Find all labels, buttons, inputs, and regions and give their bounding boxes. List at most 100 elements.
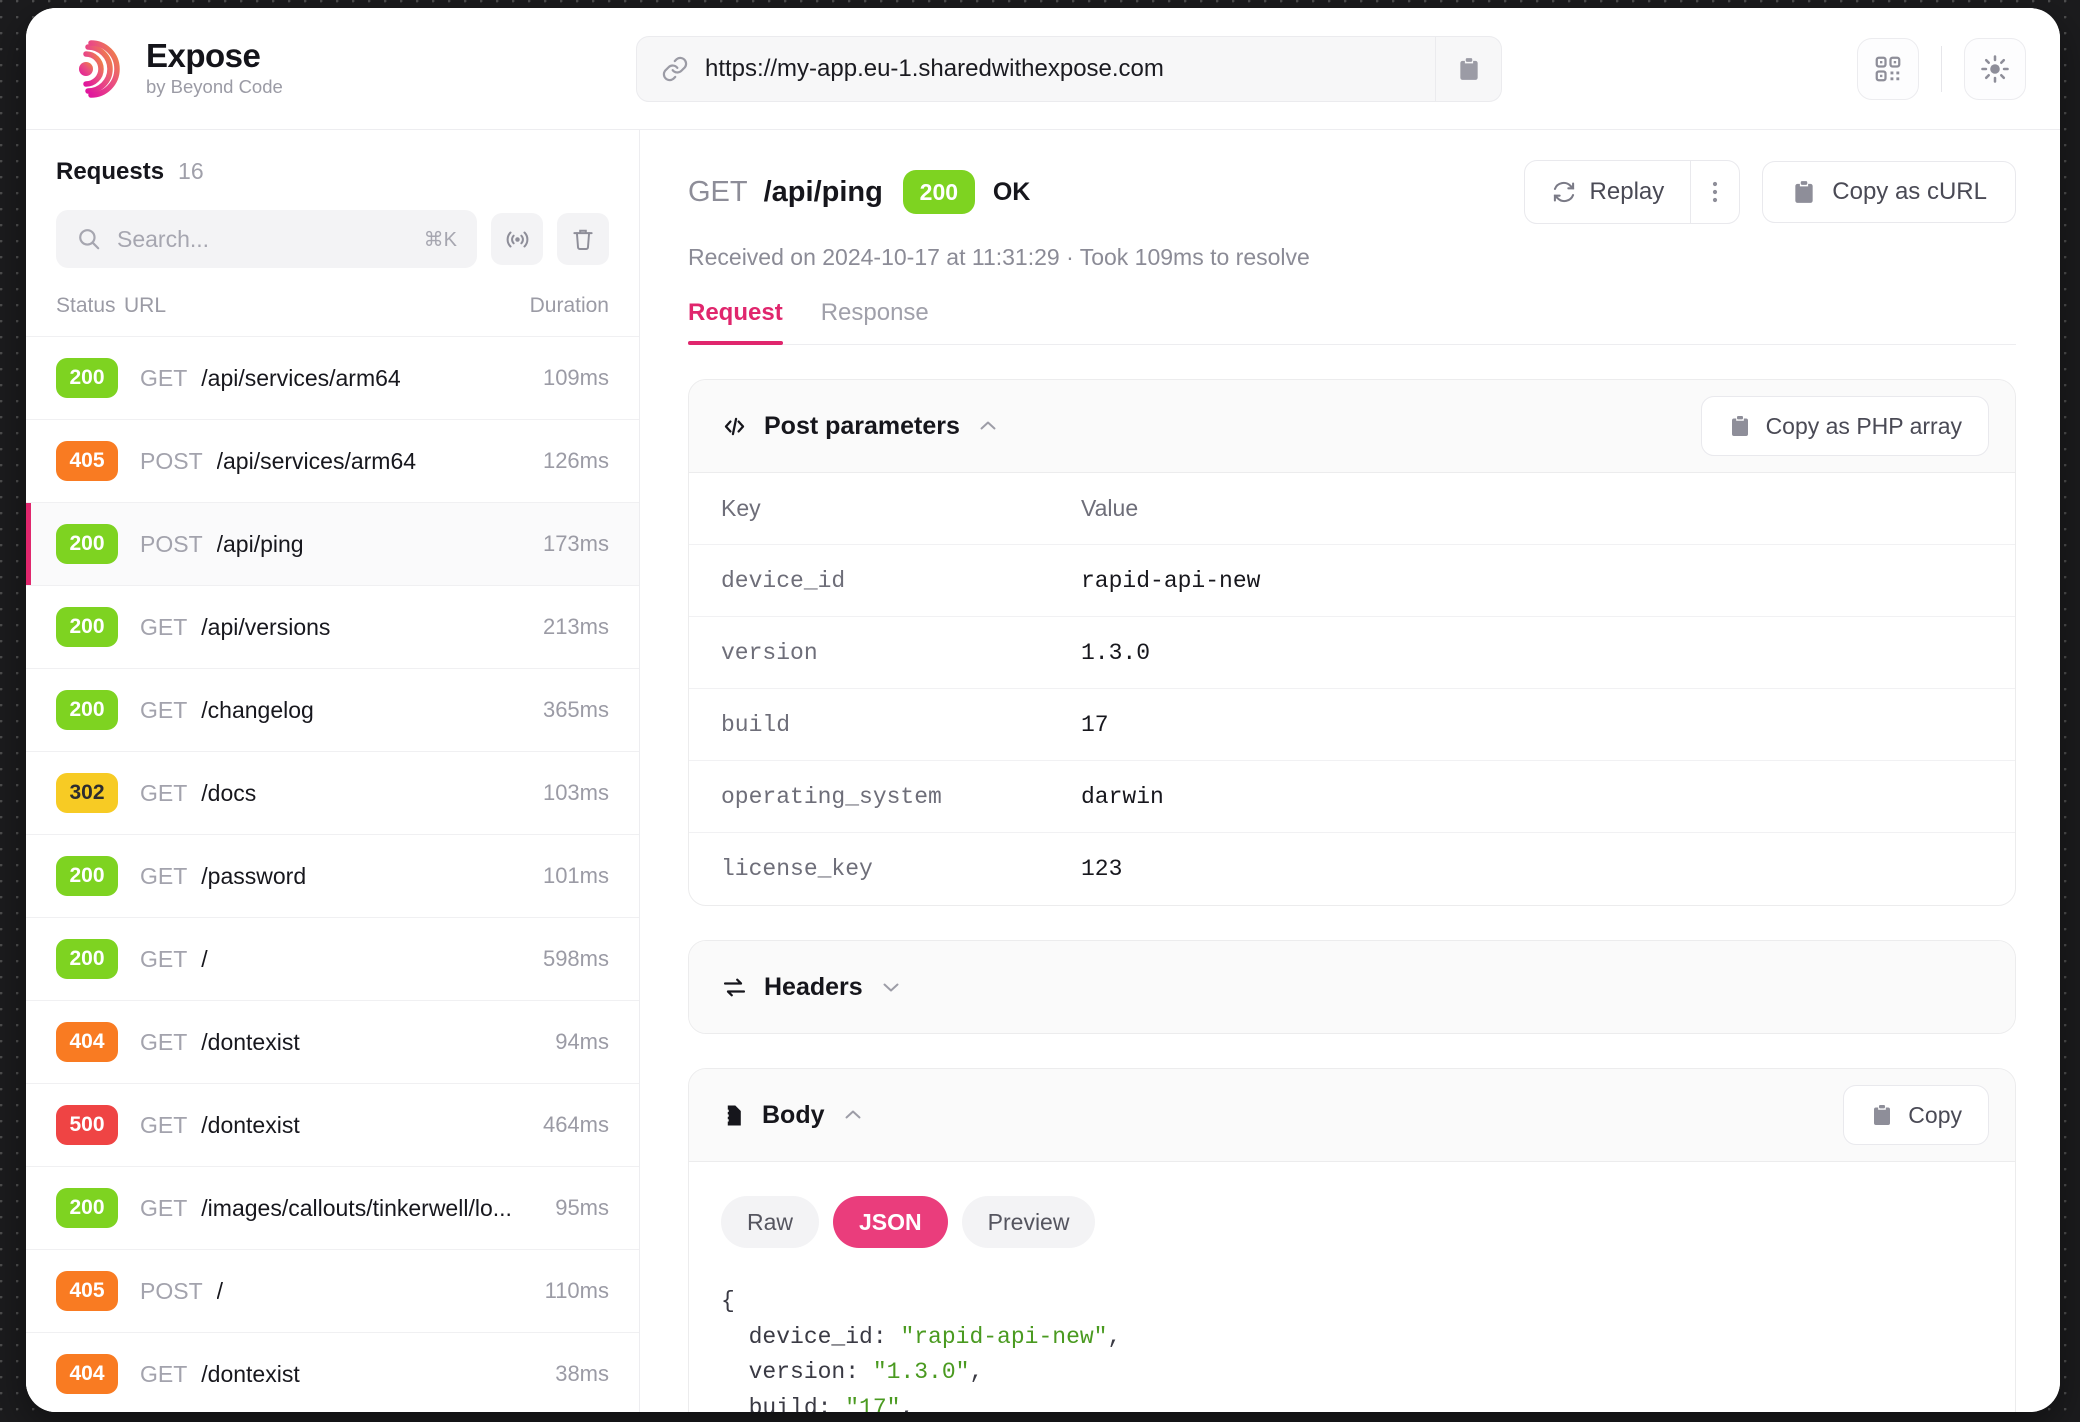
- table-row: version1.3.0: [689, 617, 2015, 689]
- table-row[interactable]: 404GET/dontexist94ms: [26, 1000, 639, 1083]
- replay-button[interactable]: Replay: [1525, 161, 1691, 223]
- table-row[interactable]: 404GET/dontexist38ms: [26, 1332, 639, 1412]
- request-url: /dontexist: [201, 1361, 543, 1388]
- code-line: build: "17",: [721, 1391, 1983, 1412]
- table-row[interactable]: 405POST/api/services/arm64126ms: [26, 419, 639, 502]
- body-card: Body: [688, 1068, 2016, 1412]
- sun-icon: [1979, 53, 2011, 85]
- copy-url-button[interactable]: [1436, 36, 1502, 102]
- app-window: Expose by Beyond Code https://my-app.eu-…: [26, 8, 2060, 1412]
- headers-card[interactable]: Headers: [688, 940, 2016, 1034]
- table-row[interactable]: 500GET/dontexist464ms: [26, 1083, 639, 1166]
- status-badge: 405: [56, 441, 118, 481]
- body-split: Requests 16 Search... ⌘K: [26, 130, 2060, 1412]
- tab-response[interactable]: Response: [821, 299, 929, 344]
- view-mode-json[interactable]: JSON: [833, 1196, 948, 1248]
- request-url: /api/ping: [217, 531, 531, 558]
- url-field[interactable]: https://my-app.eu-1.sharedwithexpose.com: [636, 36, 1436, 102]
- view-mode-raw[interactable]: Raw: [721, 1196, 819, 1248]
- post-parameters-title: Post parameters: [764, 412, 960, 441]
- view-mode-preview[interactable]: Preview: [962, 1196, 1096, 1248]
- param-value: 1.3.0: [1081, 640, 1983, 666]
- param-value: 17: [1081, 712, 1983, 738]
- request-duration: 101ms: [543, 863, 609, 889]
- list-column-headers: Status URL Duration: [26, 268, 639, 336]
- status-badge: 500: [56, 1105, 118, 1145]
- table-row[interactable]: 200GET/api/services/arm64109ms: [26, 336, 639, 419]
- url-bar-group: https://my-app.eu-1.sharedwithexpose.com: [636, 36, 1502, 102]
- copy-as-php-array-button[interactable]: Copy as PHP array: [1701, 396, 1989, 456]
- qr-code-button[interactable]: [1857, 38, 1919, 100]
- search-input[interactable]: Search... ⌘K: [56, 210, 477, 268]
- brand: Expose by Beyond Code: [66, 38, 626, 100]
- top-right-actions: [1857, 38, 2026, 100]
- status-badge: 302: [56, 773, 118, 813]
- clipboard-icon: [1791, 179, 1817, 205]
- broadcast-button[interactable]: [491, 213, 543, 265]
- table-row: device_idrapid-api-new: [689, 545, 2015, 617]
- table-row[interactable]: 200GET/images/callouts/tinkerwell/lo...9…: [26, 1166, 639, 1249]
- post-parameters-table: KeyValuedevice_idrapid-api-newversion1.3…: [689, 473, 2015, 905]
- request-method: GET: [140, 614, 187, 641]
- post-parameters-card: Post parameters: [688, 379, 2016, 906]
- exchange-arrows-icon: [721, 974, 748, 1001]
- table-row[interactable]: 200POST/api/ping173ms: [26, 502, 639, 585]
- trash-icon: [570, 226, 596, 252]
- param-key: device_id: [721, 568, 1081, 594]
- qr-code-icon: [1873, 54, 1903, 84]
- theme-toggle-button[interactable]: [1964, 38, 2026, 100]
- code-line: device_id: "rapid-api-new",: [721, 1320, 1983, 1356]
- request-duration: 464ms: [543, 1112, 609, 1138]
- column-status: Status: [56, 294, 124, 318]
- request-method: GET: [140, 1029, 187, 1056]
- table-row[interactable]: 200GET/api/versions213ms: [26, 585, 639, 668]
- copy-body-button[interactable]: Copy: [1843, 1085, 1989, 1145]
- body-header[interactable]: Body: [689, 1069, 2015, 1161]
- request-method: POST: [140, 531, 203, 558]
- code-brackets-icon: [721, 413, 748, 440]
- table-row[interactable]: 405POST/110ms: [26, 1249, 639, 1332]
- chevron-up-icon[interactable]: [841, 1103, 865, 1127]
- table-row[interactable]: 200GET/password101ms: [26, 834, 639, 917]
- chevron-up-icon[interactable]: [976, 414, 1000, 438]
- code-line: {: [721, 1284, 1983, 1320]
- detail-status-badge: 200: [903, 170, 975, 214]
- headers-header[interactable]: Headers: [689, 941, 2015, 1033]
- status-badge: 404: [56, 1022, 118, 1062]
- request-duration: 173ms: [543, 531, 609, 557]
- request-detail-pane: GET /api/ping 200 OK: [640, 130, 2060, 1412]
- status-badge: 404: [56, 1354, 118, 1394]
- request-duration: 94ms: [555, 1029, 609, 1055]
- table-row: build17: [689, 689, 2015, 761]
- request-url: /api/services/arm64: [201, 365, 531, 392]
- body-json-code: { device_id: "rapid-api-new", version: "…: [689, 1274, 2015, 1412]
- search-row: Search... ⌘K: [56, 210, 609, 268]
- more-options-button[interactable]: [1691, 161, 1739, 223]
- table-row[interactable]: 302GET/docs103ms: [26, 751, 639, 834]
- body-view-modes[interactable]: Raw JSON Preview: [689, 1162, 2015, 1274]
- column-value: Value: [1081, 495, 1983, 522]
- search-shortcut: ⌘K: [424, 227, 457, 252]
- param-value: 123: [1081, 856, 1983, 882]
- expose-waves-logo-icon: [66, 38, 128, 100]
- copy-as-curl-button[interactable]: Copy as cURL: [1762, 161, 2016, 223]
- link-icon: [661, 55, 689, 83]
- top-bar: Expose by Beyond Code https://my-app.eu-…: [26, 8, 2060, 130]
- app-title: Expose: [146, 39, 283, 74]
- column-duration: Duration: [530, 294, 609, 318]
- table-row: operating_systemdarwin: [689, 761, 2015, 833]
- clear-requests-button[interactable]: [557, 213, 609, 265]
- table-row[interactable]: 200GET/changelog365ms: [26, 668, 639, 751]
- tab-request[interactable]: Request: [688, 299, 783, 344]
- vertical-dots-icon: [1711, 178, 1719, 206]
- requests-list[interactable]: 200GET/api/services/arm64109ms 405 POST/ap…: [26, 336, 639, 1412]
- chevron-down-icon[interactable]: [879, 975, 903, 999]
- request-method: GET: [140, 697, 187, 724]
- post-parameters-header[interactable]: Post parameters: [689, 380, 2015, 472]
- replay-label: Replay: [1590, 178, 1665, 206]
- request-duration: 213ms: [543, 614, 609, 640]
- table-row[interactable]: 200GET/598ms: [26, 917, 639, 1000]
- request-url: /password: [201, 863, 531, 890]
- request-method: POST: [140, 448, 203, 475]
- detail-tabs[interactable]: Request Response: [688, 299, 2016, 345]
